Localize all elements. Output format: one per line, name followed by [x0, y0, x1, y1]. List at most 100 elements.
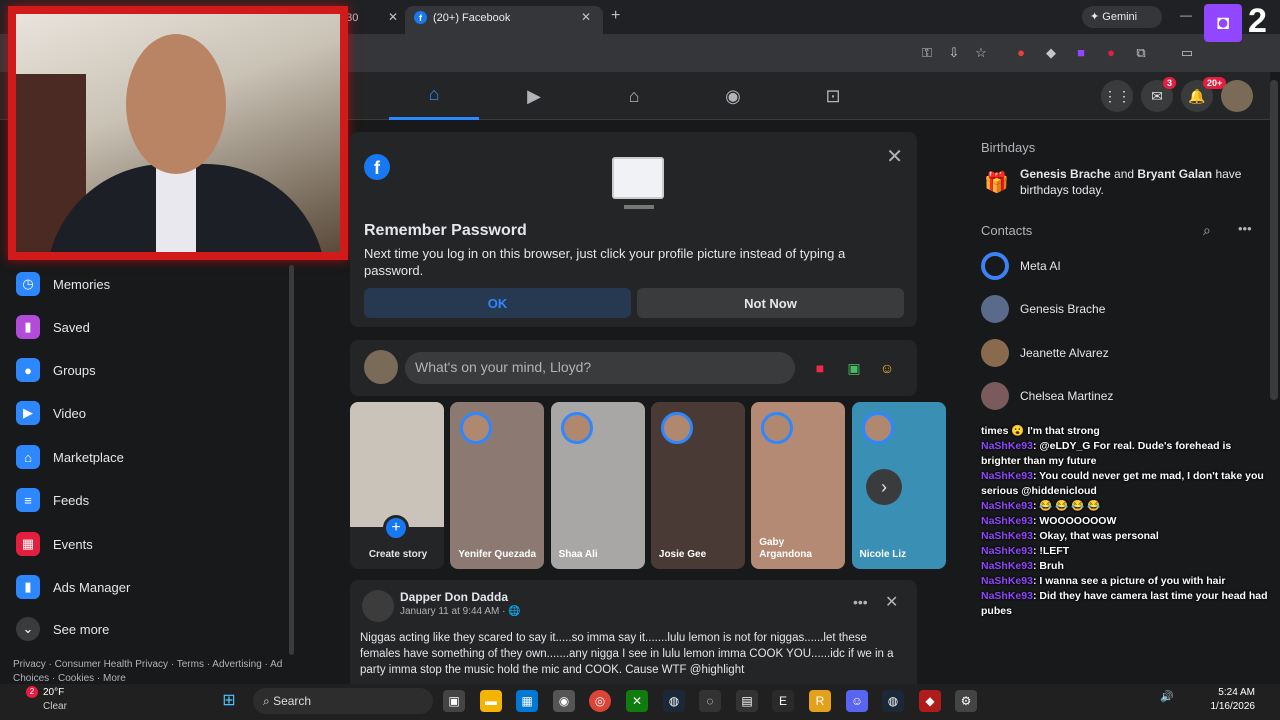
app-icon[interactable]: ▤: [736, 690, 758, 712]
story-card[interactable]: Shaa Ali: [550, 402, 645, 569]
chevron-right-icon[interactable]: ›: [866, 469, 902, 505]
extension-icon[interactable]: ◆: [1042, 44, 1060, 62]
sidebar-item-saved[interactable]: ▮ Saved: [16, 309, 90, 345]
store-icon[interactable]: ▦: [516, 690, 538, 712]
weather-temp[interactable]: 20°F: [43, 687, 64, 698]
close-icon[interactable]: ✕: [885, 592, 898, 612]
video-tab[interactable]: ▶: [489, 72, 579, 120]
contact-item[interactable]: Meta AI: [981, 250, 1061, 282]
app-icon[interactable]: ◉: [553, 690, 575, 712]
settings-icon[interactable]: ⚙: [955, 690, 977, 712]
gaming-tab[interactable]: ⊡: [788, 72, 878, 120]
video-icon: ▶: [527, 85, 541, 106]
sidebar-scrollbar[interactable]: [289, 265, 294, 655]
marketplace-tab[interactable]: ⌂: [589, 72, 679, 120]
profile-avatar[interactable]: [1221, 80, 1253, 112]
close-icon[interactable]: ✕: [886, 144, 903, 169]
groups-icon: ◉: [725, 85, 741, 106]
clock-time[interactable]: 5:24 AM: [1195, 687, 1255, 698]
bookmark-icon: ▮: [16, 315, 40, 339]
more-options-icon[interactable]: •••: [1238, 221, 1252, 236]
status-input[interactable]: What's on your mind, Lloyd?: [405, 352, 795, 384]
obs-icon[interactable]: ◌: [699, 690, 721, 712]
ok-button[interactable]: OK: [364, 288, 631, 318]
story-name: Gaby Argandona: [759, 537, 812, 560]
contact-item[interactable]: Chelsea Martinez: [981, 380, 1113, 412]
taskbar-search[interactable]: ⌕ Search: [253, 688, 433, 714]
story-name: Create story: [368, 549, 428, 560]
new-tab-icon[interactable]: +: [611, 7, 620, 25]
puzzle-icon[interactable]: ⧉: [1132, 44, 1150, 62]
volume-icon[interactable]: 🔊: [1160, 690, 1174, 703]
story-name: Josie Gee: [658, 549, 707, 560]
contact-item[interactable]: Genesis Brache: [981, 293, 1105, 325]
extension-icon[interactable]: ■: [1072, 44, 1090, 62]
browser-tab-facebook[interactable]: (20+) Facebook: [405, 6, 603, 34]
chat-message: NaShKe93: Bruh: [981, 559, 1271, 574]
sidebar-item-marketplace[interactable]: ⌂ Marketplace: [16, 439, 124, 475]
sidebar-item-video[interactable]: ▶ Video: [16, 395, 86, 431]
story-avatar: [861, 412, 894, 444]
steam-icon[interactable]: ◍: [882, 690, 904, 712]
story-card[interactable]: Yenifer Quezada: [450, 402, 545, 569]
rockstar-icon[interactable]: R: [809, 690, 831, 712]
extension-icon[interactable]: ●: [1102, 44, 1120, 62]
sidebar-item-groups[interactable]: ● Groups: [16, 352, 96, 388]
search-icon[interactable]: ⌕: [1203, 222, 1211, 239]
clock-date: 1/16/2026: [1210, 701, 1256, 712]
task-view-icon[interactable]: ▣: [443, 690, 465, 712]
close-tab-icon[interactable]: ✕: [581, 10, 591, 24]
sidebar-item-see-more[interactable]: ⌄ See more: [16, 611, 109, 647]
menu-button[interactable]: ⋮⋮: [1101, 80, 1133, 112]
home-tab[interactable]: ⌂: [389, 72, 479, 120]
file-explorer-icon[interactable]: ▬: [480, 690, 502, 712]
sidebar-item-events[interactable]: ▦ Events: [16, 526, 93, 562]
sidebar-item-feeds[interactable]: ≡ Feeds: [16, 482, 89, 518]
browser-illustration: [612, 157, 664, 209]
story-card[interactable]: Gaby Argandona: [751, 402, 846, 569]
groups-tab[interactable]: ◉: [688, 72, 778, 120]
post-date[interactable]: January 11 at 9:44 AM · 🌐: [400, 606, 521, 617]
windows-start-icon[interactable]: ⊞: [218, 690, 240, 712]
post-text: Niggas acting like they scared to say it…: [360, 632, 894, 676]
overlay-number: 2: [1248, 2, 1267, 40]
discord-icon[interactable]: ☺: [846, 690, 868, 712]
chat-username: NaShKe93: [981, 560, 1033, 572]
feed-post: Dapper Don Dadda January 11 at 9:44 AM ·…: [350, 580, 917, 690]
story-card[interactable]: Josie Gee: [650, 402, 745, 569]
not-now-button[interactable]: Not Now: [637, 288, 904, 318]
epic-games-icon[interactable]: E: [772, 690, 794, 712]
sidebar-item-memories[interactable]: ◷ Memories: [16, 266, 110, 302]
sidebar-footer: Privacy · Consumer Health Privacy · Term…: [13, 659, 283, 684]
sidebar-icon[interactable]: ▭: [1178, 44, 1196, 62]
live-video-icon[interactable]: ■: [810, 358, 830, 378]
extension-icon[interactable]: ●: [1012, 44, 1030, 62]
contact-item[interactable]: Jeanette Alvarez: [981, 337, 1109, 369]
contact-name: Meta AI: [1020, 259, 1061, 273]
post-author[interactable]: Dapper Don Dadda: [400, 590, 508, 604]
steam-icon[interactable]: ◍: [663, 690, 685, 712]
close-tab-icon[interactable]: ✕: [388, 10, 398, 24]
birthday-text[interactable]: Genesis Brache and Bryant Galan have bir…: [1020, 166, 1260, 198]
remember-password-body: Next time you log in on this browser, ju…: [364, 246, 846, 278]
create-story-card[interactable]: + Create story: [350, 402, 444, 569]
star-icon[interactable]: ☆: [972, 44, 990, 62]
avatar: [981, 252, 1009, 280]
install-icon[interactable]: ⇩: [945, 44, 963, 62]
xbox-icon[interactable]: ✕: [626, 690, 648, 712]
feeling-icon[interactable]: ☺: [877, 358, 897, 378]
chat-message: NaShKe93: !LEFT: [981, 544, 1271, 559]
sidebar-item-ads-manager[interactable]: ▮ Ads Manager: [16, 569, 130, 605]
chat-username: NaShKe93: [981, 500, 1033, 512]
gemini-button[interactable]: ✦ Gemini: [1082, 6, 1162, 28]
page-scrollbar[interactable]: [1270, 80, 1278, 400]
app-icon[interactable]: ◆: [919, 690, 941, 712]
key-icon[interactable]: ⚿: [918, 44, 936, 62]
minimize-icon[interactable]: —: [1180, 8, 1192, 22]
chat-username: NaShKe93: [981, 575, 1033, 587]
more-options-icon[interactable]: •••: [853, 594, 868, 610]
chrome-icon[interactable]: ◎: [589, 690, 611, 712]
photo-icon[interactable]: ▣: [844, 358, 864, 378]
webcam-overlay: [8, 6, 348, 260]
chat-username: NaShKe93: [981, 545, 1033, 557]
